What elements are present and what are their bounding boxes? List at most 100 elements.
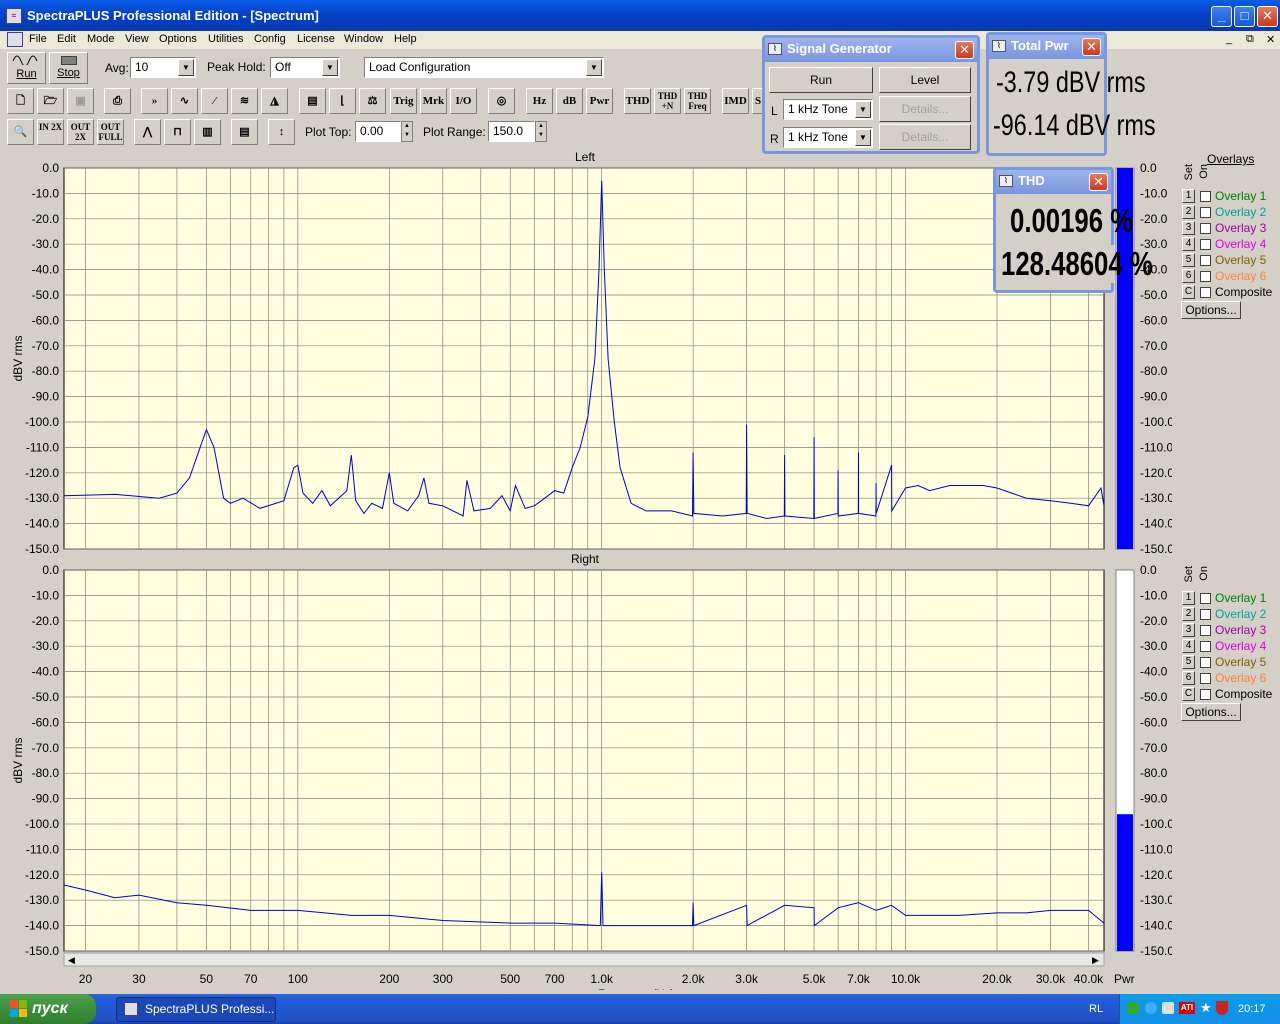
overlay-set-button[interactable]: 4 bbox=[1182, 237, 1195, 251]
overlay-checkbox[interactable] bbox=[1200, 287, 1211, 298]
overlay-set-button[interactable]: 5 bbox=[1182, 655, 1195, 669]
overlay-set-button[interactable]: 3 bbox=[1182, 221, 1195, 235]
overlay-set-button[interactable]: 1 bbox=[1182, 189, 1195, 203]
thd-freq-button[interactable]: THD Freq bbox=[684, 88, 711, 114]
overlay-checkbox[interactable] bbox=[1200, 255, 1211, 266]
vertical-scale-button[interactable]: ↕ bbox=[268, 119, 295, 145]
line-plot-button[interactable]: ⋀ bbox=[134, 119, 161, 145]
overlay-set-button[interactable]: 6 bbox=[1182, 671, 1195, 685]
overlay-checkbox[interactable] bbox=[1200, 689, 1211, 700]
open-file-button[interactable]: 🗁 bbox=[37, 88, 64, 114]
zoom-button[interactable]: 🔍 bbox=[7, 119, 34, 145]
plot-top-input[interactable]: 0.00 bbox=[355, 121, 401, 142]
thd-button[interactable]: THD bbox=[624, 88, 651, 114]
print-button[interactable]: ⎙ bbox=[104, 88, 131, 114]
signal-generator-titlebar[interactable]: ⌇ Signal Generator ✕ bbox=[765, 38, 977, 62]
chevron-down-icon[interactable]: ▼ bbox=[855, 101, 871, 118]
io-button[interactable]: I/O bbox=[450, 88, 477, 114]
menu-license[interactable]: License bbox=[297, 33, 335, 45]
left-signal-select[interactable]: 1 kHz Tone ▼ bbox=[783, 99, 873, 120]
minimize-button[interactable]: _ bbox=[1211, 6, 1232, 27]
overlays-title[interactable]: Overlays bbox=[1207, 152, 1254, 166]
overlay-checkbox[interactable] bbox=[1200, 673, 1211, 684]
marker-button[interactable]: Mrk bbox=[420, 88, 447, 114]
overlay-set-button[interactable]: 3 bbox=[1182, 623, 1195, 637]
mdi-minimize-button[interactable]: _ bbox=[1226, 33, 1232, 45]
signal-generator-button[interactable]: ◎ bbox=[488, 88, 515, 114]
thdn-button[interactable]: THD +N bbox=[654, 88, 681, 114]
update-icon[interactable] bbox=[1145, 1002, 1157, 1014]
menu-mode[interactable]: Mode bbox=[87, 33, 115, 45]
options-button[interactable]: Options... bbox=[1181, 301, 1241, 319]
ati-icon[interactable]: ATI bbox=[1179, 1002, 1195, 1014]
app-icon[interactable]: ≈ bbox=[6, 8, 22, 24]
menu-utilities[interactable]: Utilities bbox=[208, 33, 243, 45]
chevron-down-icon[interactable]: ▼ bbox=[178, 59, 194, 76]
db-button[interactable]: dB bbox=[556, 88, 583, 114]
speaker-icon[interactable] bbox=[1162, 1002, 1174, 1014]
stop-button[interactable]: Stop bbox=[49, 52, 88, 84]
bar-plot-button[interactable]: ▥ bbox=[194, 119, 221, 145]
right-details-button[interactable]: Details... bbox=[879, 124, 971, 150]
plot-top-spinner[interactable]: ▲ ▼ bbox=[401, 121, 413, 142]
total-power-titlebar[interactable]: ⌇ Total Pwr ✕ bbox=[989, 35, 1104, 59]
overlay-set-button[interactable]: C bbox=[1182, 687, 1195, 701]
network-icon[interactable] bbox=[1127, 1002, 1139, 1014]
3d-surface-button[interactable]: ◮ bbox=[261, 88, 288, 114]
overlay-set-button[interactable]: C bbox=[1182, 285, 1195, 299]
plot-range-spinner[interactable]: ▲ ▼ bbox=[535, 121, 547, 142]
maximize-button[interactable]: □ bbox=[1234, 6, 1255, 27]
chevron-down-icon[interactable]: ▼ bbox=[586, 59, 602, 76]
menu-file[interactable]: File bbox=[29, 33, 47, 45]
zoom-out-2x-button[interactable]: OUT 2X bbox=[67, 119, 94, 145]
load-configuration-select[interactable]: Load Configuration ▼ bbox=[364, 57, 604, 78]
mdi-restore-button[interactable]: ⧉ bbox=[1246, 33, 1254, 46]
trigger-button[interactable]: Trig bbox=[390, 88, 417, 114]
overlay-checkbox[interactable] bbox=[1200, 641, 1211, 652]
star-icon[interactable]: ★ bbox=[1200, 1000, 1212, 1016]
close-button[interactable]: ✕ bbox=[1257, 6, 1278, 27]
menu-help[interactable]: Help bbox=[394, 33, 417, 45]
sawtooth-button[interactable]: ⁄ bbox=[201, 88, 228, 114]
pwr-button[interactable]: Pwr bbox=[586, 88, 613, 114]
time-series-button[interactable]: ∿ bbox=[171, 88, 198, 114]
chevron-down-icon[interactable]: ▼ bbox=[322, 59, 338, 76]
generator-level-button[interactable]: Level bbox=[879, 67, 971, 93]
zoom-in-2x-button[interactable]: IN 2X bbox=[37, 119, 64, 145]
menu-edit[interactable]: Edit bbox=[57, 33, 76, 45]
save-button[interactable]: ▣ bbox=[67, 88, 94, 114]
menu-options[interactable]: Options bbox=[159, 33, 197, 45]
step-plot-button[interactable]: ⊓ bbox=[164, 119, 191, 145]
phase-button[interactable]: ▤ bbox=[299, 88, 326, 114]
peak-hold-select[interactable]: Off ▼ bbox=[270, 57, 340, 78]
run-button[interactable]: Run bbox=[7, 52, 46, 84]
close-icon[interactable]: ✕ bbox=[1089, 173, 1108, 191]
left-details-button[interactable]: Details... bbox=[879, 96, 971, 122]
fast-forward-button[interactable]: » bbox=[141, 88, 168, 114]
mdi-icon[interactable] bbox=[7, 32, 23, 47]
table-view-button[interactable]: ▤ bbox=[231, 119, 258, 145]
overlay-checkbox[interactable] bbox=[1200, 657, 1211, 668]
zoom-full-button[interactable]: OUT FULL bbox=[97, 119, 124, 145]
chevron-down-icon[interactable]: ▼ bbox=[855, 129, 871, 146]
shield-icon[interactable] bbox=[1216, 1001, 1228, 1015]
language-indicator[interactable]: RL bbox=[1089, 1003, 1103, 1015]
overlay-checkbox[interactable] bbox=[1200, 271, 1211, 282]
options-button[interactable]: Options... bbox=[1181, 703, 1241, 721]
weighting-button[interactable]: ⚖ bbox=[359, 88, 386, 114]
mdi-close-button[interactable]: ✕ bbox=[1266, 33, 1275, 46]
spectrogram-button[interactable]: ≋ bbox=[231, 88, 258, 114]
overlay-set-button[interactable]: 2 bbox=[1182, 607, 1195, 621]
overlay-checkbox[interactable] bbox=[1200, 223, 1211, 234]
overlay-checkbox[interactable] bbox=[1200, 207, 1211, 218]
avg-select[interactable]: 10 ▼ bbox=[130, 57, 196, 78]
overlay-checkbox[interactable] bbox=[1200, 609, 1211, 620]
overlay-set-button[interactable]: 4 bbox=[1182, 639, 1195, 653]
close-icon[interactable]: ✕ bbox=[955, 41, 974, 59]
overlay-checkbox[interactable] bbox=[1200, 239, 1211, 250]
imd-button[interactable]: IMD bbox=[722, 88, 749, 114]
hz-button[interactable]: Hz bbox=[526, 88, 553, 114]
new-file-button[interactable]: 🗋 bbox=[7, 88, 34, 114]
overlay-set-button[interactable]: 5 bbox=[1182, 253, 1195, 267]
spectrum-chart[interactable]: Left 0.0 -10.0 -20.0 -30.0 -40.0 -50.0 -60.0 -70… bbox=[6, 148, 1112, 1000]
